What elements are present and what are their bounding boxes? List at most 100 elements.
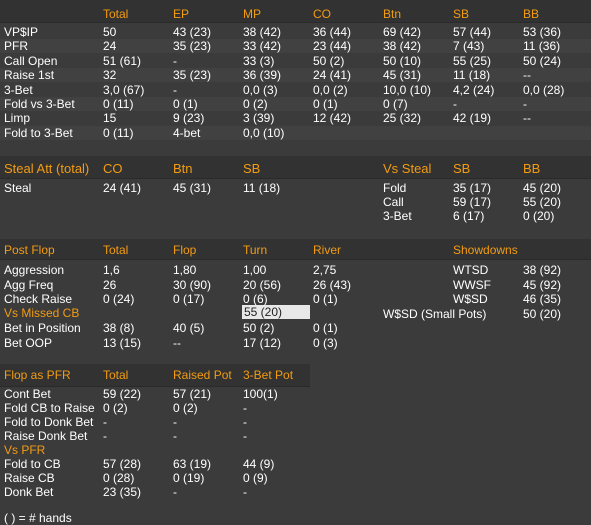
postflop-cell: 0 (6) [243, 292, 268, 306]
col-co: CO [313, 7, 331, 21]
summary-row-label: VP$IP [4, 25, 39, 39]
flop-pfr-row-label: Raise CB [4, 471, 55, 485]
postflop-cell: 0 (3) [313, 335, 338, 350]
summary-cell: 38 (42) [243, 25, 282, 39]
summary-row-label: Limp [4, 111, 31, 126]
showdown-label: WTSD [453, 263, 489, 277]
vs-steal-sb: 59 (17) [453, 195, 492, 209]
summary-row-label: Fold vs 3-Bet [4, 97, 75, 111]
flop-pfr-title: Flop as PFR [4, 368, 71, 382]
postflop-cell: 0 (1) [313, 292, 338, 306]
summary-cell: 57 (44) [453, 25, 492, 39]
vs-steal-bb: 55 (20) [523, 195, 562, 209]
vs-steal-col-bb: BB [523, 161, 541, 176]
vs-steal-sb: 35 (17) [453, 181, 492, 195]
postflop-row-label: Aggression [4, 263, 65, 277]
summary-row-label: Call Open [4, 53, 58, 68]
flop-pfr-cell: 57 (21) [173, 387, 212, 401]
postflop-cell: 13 (15) [103, 335, 142, 350]
flop-pfr-cell: 57 (28) [103, 457, 142, 471]
flop-pfr-col-total: Total [103, 368, 129, 382]
table-row [0, 83, 591, 97]
summary-cell: 0,0 (3) [243, 82, 278, 97]
summary-cell: 12 (42) [313, 111, 352, 126]
summary-cell: 0,0 (10) [243, 125, 285, 140]
flop-pfr-row-label: Raise Donk Bet [4, 429, 88, 443]
summary-cell: 0 (1) [313, 97, 338, 111]
postflop-cell: 17 (12) [243, 335, 282, 350]
postflop-cell: 20 (56) [243, 277, 282, 292]
col-sb: SB [453, 7, 470, 21]
postflop-cell: 1,6 [103, 263, 120, 277]
postflop-row-label: Check Raise [4, 292, 73, 306]
vs-steal-bb: 45 (20) [523, 181, 562, 195]
summary-cell: 0,0 (2) [313, 82, 348, 97]
summary-cell: 45 (31) [383, 68, 422, 83]
showdown-label: WWSF [453, 277, 491, 292]
flop-pfr-row-label: Fold CB to Raise [4, 401, 95, 415]
col-ep: EP [173, 7, 190, 21]
summary-cell: - [453, 97, 457, 111]
summary-row-label: PFR [4, 39, 28, 54]
summary-cell: 43 (23) [173, 25, 212, 39]
table-row [0, 39, 591, 54]
summary-cell: 25 (32) [383, 111, 422, 126]
vs-steal-row-label: Fold [383, 181, 407, 195]
summary-cell: 4-bet [173, 125, 201, 140]
steal-col-btn: Btn [173, 161, 193, 176]
summary-cell: 23 (44) [313, 39, 352, 54]
steal-btn-value: 45 (31) [173, 181, 212, 195]
showdown-label: W$SD [453, 292, 488, 306]
postflop-cell: 1,80 [173, 263, 197, 277]
summary-cell: - [173, 82, 177, 97]
flop-pfr-cell: 44 (9) [243, 457, 275, 471]
summary-cell: 0 (11) [103, 97, 134, 111]
flop-pfr-row-label: Fold to Donk Bet [4, 415, 94, 429]
flop-pfr-cell: 63 (19) [173, 457, 212, 471]
postflop-cell: 0 (1) [313, 321, 338, 335]
flop-pfr-cell: 0 (9) [243, 471, 268, 485]
summary-cell: 0 (7) [383, 97, 408, 111]
showdown-value: 38 (92) [523, 263, 562, 277]
postflop-row-label: Bet OOP [4, 335, 53, 350]
flop-pfr-cell: 0 (28) [103, 471, 135, 485]
postflop-cell: 40 (5) [173, 321, 205, 335]
postflop-cell: 26 [103, 277, 117, 292]
summary-cell: 36 (39) [243, 68, 282, 83]
summary-cell: 11 (36) [523, 39, 561, 54]
steal-att-title: Steal Att (total) [4, 161, 90, 176]
summary-cell: 3,0 (67) [103, 82, 145, 97]
summary-cell: - [523, 97, 527, 111]
steal-sb-value: 11 (18) [243, 181, 281, 195]
summary-cell: 55 (25) [453, 53, 492, 68]
summary-cell: 0 (2) [243, 97, 268, 111]
footnote: ( ) = # hands [4, 511, 72, 525]
postflop-col-turn: Turn [243, 243, 268, 257]
vs-steal-row-label: 3-Bet [383, 209, 412, 223]
table-row [0, 125, 591, 140]
summary-row-label: 3-Bet [4, 82, 33, 97]
summary-cell: 3 (39) [243, 111, 275, 126]
postflop-cell: -- [173, 335, 181, 350]
table-row [0, 54, 591, 68]
flop-pfr-row-label: Cont Bet [4, 387, 51, 401]
summary-cell: 33 (3) [243, 53, 275, 68]
summary-cell: 36 (44) [313, 25, 352, 39]
table-row [0, 111, 591, 125]
flop-pfr-col-raised: Raised Pot [173, 368, 232, 382]
summary-cell: - [173, 53, 177, 68]
summary-row-label: Fold to 3-Bet [4, 125, 73, 140]
flop-pfr-cell: - [243, 429, 247, 443]
col-bb: BB [523, 7, 540, 21]
summary-cell: 33 (42) [243, 39, 282, 54]
flop-pfr-cell: 100(1) [243, 387, 278, 401]
summary-cell: 0,0 (28) [523, 82, 565, 97]
summary-cell: 0 (1) [173, 97, 198, 111]
flop-pfr-cell: 0 (2) [103, 401, 128, 415]
showdown-value: 50 (20) [523, 306, 562, 321]
summary-cell: 11 (18) [453, 68, 491, 83]
summary-row-label: Raise 1st [4, 68, 55, 83]
vs-steal-sb: 6 (17) [453, 209, 485, 223]
showdown-value: 46 (35) [523, 292, 562, 306]
vs-pfr-label: Vs PFR [4, 443, 46, 457]
